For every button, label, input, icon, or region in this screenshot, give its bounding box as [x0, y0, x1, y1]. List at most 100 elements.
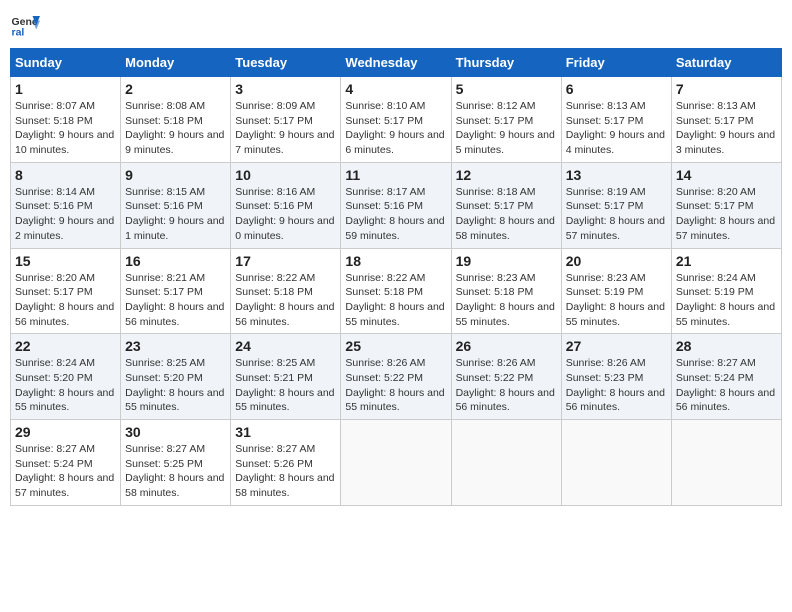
calendar-day-cell — [561, 420, 671, 506]
calendar-day-cell: 18 Sunrise: 8:22 AM Sunset: 5:18 PM Dayli… — [341, 248, 451, 334]
day-info: Sunrise: 8:18 AM Sunset: 5:17 PM Dayligh… — [456, 185, 557, 244]
day-number: 14 — [676, 167, 777, 183]
day-number: 2 — [125, 81, 226, 97]
day-info: Sunrise: 8:22 AM Sunset: 5:18 PM Dayligh… — [235, 271, 336, 330]
calendar-week-row: 29 Sunrise: 8:27 AM Sunset: 5:24 PM Dayli… — [11, 420, 782, 506]
logo: Gene ral — [10, 10, 44, 40]
day-info: Sunrise: 8:12 AM Sunset: 5:17 PM Dayligh… — [456, 99, 557, 158]
day-number: 10 — [235, 167, 336, 183]
weekday-header-cell: Saturday — [671, 49, 781, 77]
header: Gene ral — [10, 10, 782, 40]
day-info: Sunrise: 8:26 AM Sunset: 5:23 PM Dayligh… — [566, 356, 667, 415]
weekday-header-row: SundayMondayTuesdayWednesdayThursdayFrid… — [11, 49, 782, 77]
weekday-header-cell: Sunday — [11, 49, 121, 77]
calendar-day-cell: 8 Sunrise: 8:14 AM Sunset: 5:16 PM Daylig… — [11, 162, 121, 248]
calendar-day-cell: 10 Sunrise: 8:16 AM Sunset: 5:16 PM Dayli… — [231, 162, 341, 248]
day-number: 22 — [15, 338, 116, 354]
calendar-day-cell: 6Sunrise: 8:13 AM Sunset: 5:17 PM Daylig… — [561, 77, 671, 163]
day-info: Sunrise: 8:24 AM Sunset: 5:20 PM Dayligh… — [15, 356, 116, 415]
day-number: 11 — [345, 167, 446, 183]
day-number: 13 — [566, 167, 667, 183]
day-info: Sunrise: 8:17 AM Sunset: 5:16 PM Dayligh… — [345, 185, 446, 244]
day-number: 5 — [456, 81, 557, 97]
calendar-day-cell: 29 Sunrise: 8:27 AM Sunset: 5:24 PM Dayli… — [11, 420, 121, 506]
day-info: Sunrise: 8:25 AM Sunset: 5:20 PM Dayligh… — [125, 356, 226, 415]
day-number: 26 — [456, 338, 557, 354]
day-info: Sunrise: 8:26 AM Sunset: 5:22 PM Dayligh… — [345, 356, 446, 415]
calendar-day-cell: 30Sunrise: 8:27 AM Sunset: 5:25 PM Dayli… — [121, 420, 231, 506]
day-number: 6 — [566, 81, 667, 97]
calendar-day-cell: 27Sunrise: 8:26 AM Sunset: 5:23 PM Dayli… — [561, 334, 671, 420]
calendar-week-row: 15 Sunrise: 8:20 AM Sunset: 5:17 PM Dayli… — [11, 248, 782, 334]
calendar-day-cell: 13 Sunrise: 8:19 AM Sunset: 5:17 PM Dayli… — [561, 162, 671, 248]
calendar-day-cell: 24 Sunrise: 8:25 AM Sunset: 5:21 PM Dayli… — [231, 334, 341, 420]
calendar-day-cell: 15 Sunrise: 8:20 AM Sunset: 5:17 PM Dayli… — [11, 248, 121, 334]
svg-text:ral: ral — [12, 27, 25, 39]
weekday-header-cell: Thursday — [451, 49, 561, 77]
day-info: Sunrise: 8:16 AM Sunset: 5:16 PM Dayligh… — [235, 185, 336, 244]
day-number: 9 — [125, 167, 226, 183]
calendar-day-cell: 23 Sunrise: 8:25 AM Sunset: 5:20 PM Dayli… — [121, 334, 231, 420]
day-info: Sunrise: 8:20 AM Sunset: 5:17 PM Dayligh… — [676, 185, 777, 244]
calendar-day-cell: 1 Sunrise: 8:07 AM Sunset: 5:18 PM Daylig… — [11, 77, 121, 163]
day-number: 20 — [566, 253, 667, 269]
day-number: 4 — [345, 81, 446, 97]
day-number: 1 — [15, 81, 116, 97]
calendar-table: SundayMondayTuesdayWednesdayThursdayFrid… — [10, 48, 782, 506]
day-info: Sunrise: 8:25 AM Sunset: 5:21 PM Dayligh… — [235, 356, 336, 415]
calendar-day-cell: 31 Sunrise: 8:27 AM Sunset: 5:26 PM Dayli… — [231, 420, 341, 506]
logo-icon: Gene ral — [10, 10, 40, 40]
calendar-day-cell: 26 Sunrise: 8:26 AM Sunset: 5:22 PM Dayli… — [451, 334, 561, 420]
day-number: 19 — [456, 253, 557, 269]
weekday-header-cell: Wednesday — [341, 49, 451, 77]
day-info: Sunrise: 8:13 AM Sunset: 5:17 PM Dayligh… — [676, 99, 777, 158]
day-number: 28 — [676, 338, 777, 354]
day-info: Sunrise: 8:22 AM Sunset: 5:18 PM Dayligh… — [345, 271, 446, 330]
day-info: Sunrise: 8:26 AM Sunset: 5:22 PM Dayligh… — [456, 356, 557, 415]
day-info: Sunrise: 8:27 AM Sunset: 5:24 PM Dayligh… — [676, 356, 777, 415]
day-number: 23 — [125, 338, 226, 354]
calendar-day-cell: 3 Sunrise: 8:09 AM Sunset: 5:17 PM Daylig… — [231, 77, 341, 163]
calendar-day-cell: 2 Sunrise: 8:08 AM Sunset: 5:18 PM Daylig… — [121, 77, 231, 163]
calendar-week-row: 1 Sunrise: 8:07 AM Sunset: 5:18 PM Daylig… — [11, 77, 782, 163]
calendar-day-cell: 28 Sunrise: 8:27 AM Sunset: 5:24 PM Dayli… — [671, 334, 781, 420]
day-info: Sunrise: 8:19 AM Sunset: 5:17 PM Dayligh… — [566, 185, 667, 244]
day-info: Sunrise: 8:27 AM Sunset: 5:26 PM Dayligh… — [235, 442, 336, 501]
day-info: Sunrise: 8:27 AM Sunset: 5:25 PM Dayligh… — [125, 442, 226, 501]
day-info: Sunrise: 8:08 AM Sunset: 5:18 PM Dayligh… — [125, 99, 226, 158]
day-info: Sunrise: 8:27 AM Sunset: 5:24 PM Dayligh… — [15, 442, 116, 501]
calendar-day-cell: 22 Sunrise: 8:24 AM Sunset: 5:20 PM Dayli… — [11, 334, 121, 420]
calendar-day-cell: 5 Sunrise: 8:12 AM Sunset: 5:17 PM Daylig… — [451, 77, 561, 163]
day-info: Sunrise: 8:20 AM Sunset: 5:17 PM Dayligh… — [15, 271, 116, 330]
day-number: 31 — [235, 424, 336, 440]
day-info: Sunrise: 8:07 AM Sunset: 5:18 PM Dayligh… — [15, 99, 116, 158]
day-info: Sunrise: 8:23 AM Sunset: 5:18 PM Dayligh… — [456, 271, 557, 330]
day-number: 3 — [235, 81, 336, 97]
calendar-day-cell: 21Sunrise: 8:24 AM Sunset: 5:19 PM Dayli… — [671, 248, 781, 334]
day-number: 15 — [15, 253, 116, 269]
day-number: 16 — [125, 253, 226, 269]
day-info: Sunrise: 8:23 AM Sunset: 5:19 PM Dayligh… — [566, 271, 667, 330]
calendar-day-cell: 16 Sunrise: 8:21 AM Sunset: 5:17 PM Dayli… — [121, 248, 231, 334]
weekday-header-cell: Monday — [121, 49, 231, 77]
calendar-day-cell: 7Sunrise: 8:13 AM Sunset: 5:17 PM Daylig… — [671, 77, 781, 163]
calendar-day-cell — [341, 420, 451, 506]
day-number: 17 — [235, 253, 336, 269]
weekday-header-cell: Tuesday — [231, 49, 341, 77]
day-number: 18 — [345, 253, 446, 269]
day-number: 12 — [456, 167, 557, 183]
day-info: Sunrise: 8:24 AM Sunset: 5:19 PM Dayligh… — [676, 271, 777, 330]
day-number: 24 — [235, 338, 336, 354]
calendar-day-cell: 9Sunrise: 8:15 AM Sunset: 5:16 PM Daylig… — [121, 162, 231, 248]
calendar-day-cell: 14 Sunrise: 8:20 AM Sunset: 5:17 PM Dayli… — [671, 162, 781, 248]
weekday-header-cell: Friday — [561, 49, 671, 77]
calendar-day-cell: 17 Sunrise: 8:22 AM Sunset: 5:18 PM Dayli… — [231, 248, 341, 334]
calendar-body: 1 Sunrise: 8:07 AM Sunset: 5:18 PM Daylig… — [11, 77, 782, 506]
day-number: 25 — [345, 338, 446, 354]
calendar-day-cell — [671, 420, 781, 506]
day-number: 8 — [15, 167, 116, 183]
day-info: Sunrise: 8:21 AM Sunset: 5:17 PM Dayligh… — [125, 271, 226, 330]
day-info: Sunrise: 8:09 AM Sunset: 5:17 PM Dayligh… — [235, 99, 336, 158]
day-number: 29 — [15, 424, 116, 440]
day-info: Sunrise: 8:14 AM Sunset: 5:16 PM Dayligh… — [15, 185, 116, 244]
